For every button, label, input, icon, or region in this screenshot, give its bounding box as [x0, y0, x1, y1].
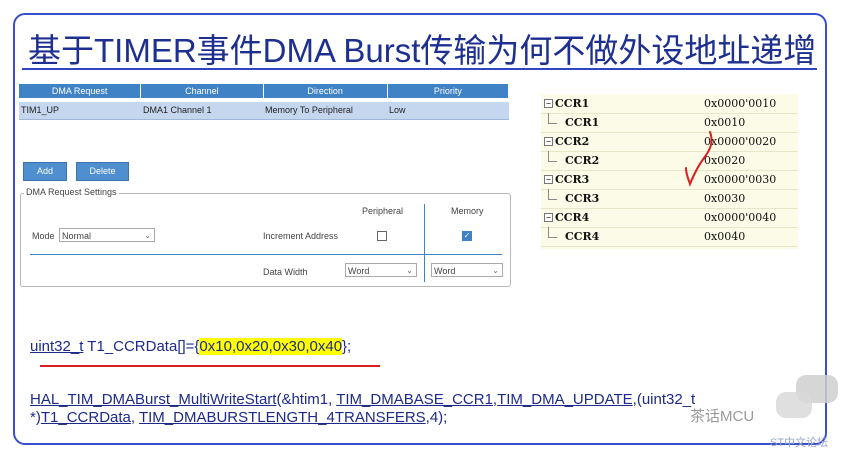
chat-bubble-icon	[776, 392, 812, 418]
chevron-down-icon: ⌄	[144, 231, 151, 240]
handwritten-annotation-mark	[685, 131, 713, 187]
cell-direction: Memory To Peripheral	[265, 105, 353, 115]
register-row[interactable]: − CCR4 0x0000'0040	[541, 208, 798, 228]
collapse-icon[interactable]: −	[544, 175, 553, 184]
column-divider	[424, 204, 425, 282]
settings-divider	[30, 254, 502, 255]
header-direction[interactable]: Direction	[263, 84, 388, 98]
register-row[interactable]: − CCR2 0x0000'0020	[541, 132, 798, 152]
cell-channel: DMA1 Channel 1	[143, 105, 212, 115]
register-field-row[interactable]: CCR4 0x0040	[541, 227, 798, 247]
memory-increment-checkbox[interactable]: ✓	[462, 231, 472, 241]
mode-select-value: Normal	[62, 231, 92, 241]
table-row[interactable]: TIM1_UP DMA1 Channel 1 Memory To Periphe…	[19, 102, 509, 120]
memory-column-label: Memory	[451, 206, 484, 216]
red-underline	[40, 365, 380, 367]
memory-data-width-select[interactable]: Word ⌄	[431, 263, 503, 277]
tree-connector	[548, 113, 557, 124]
chevron-down-icon: ⌄	[406, 266, 413, 275]
watermark-source: ST中文论坛	[770, 437, 829, 449]
code-line-array: uint32_t T1_CCRData[]={0x10,0x20,0x30,0x…	[30, 338, 352, 355]
mode-select[interactable]: Normal ⌄	[59, 228, 155, 242]
tree-connector	[548, 151, 557, 162]
watermark-text: 茶话MCU	[690, 408, 755, 425]
cell-dma-request: TIM1_UP	[21, 105, 60, 115]
register-field-row[interactable]: CCR1 0x0010	[541, 113, 798, 133]
memory-data-width-value: Word	[434, 266, 456, 276]
collapse-icon[interactable]: −	[544, 137, 553, 146]
highlighted-values: 0x10,0x20,0x30,0x40	[199, 338, 343, 355]
peripheral-increment-checkbox[interactable]	[377, 231, 387, 241]
register-field-row[interactable]: CCR2 0x0020	[541, 151, 798, 171]
tree-connector	[548, 227, 557, 238]
register-field-row[interactable]: CCR3 0x0030	[541, 189, 798, 209]
delete-button[interactable]: Delete	[76, 162, 129, 181]
cell-priority: Low	[389, 105, 406, 115]
peripheral-column-label: Peripheral	[362, 206, 404, 216]
data-width-label: Data Width	[263, 267, 308, 277]
mode-label: Mode	[32, 231, 55, 241]
code-line-call: HAL_TIM_DMABurst_MultiWriteStart(&htim1,…	[30, 391, 696, 426]
peripheral-data-width-value: Word	[348, 266, 370, 276]
tree-connector	[548, 189, 557, 200]
header-dma-request[interactable]: DMA Request	[19, 84, 142, 98]
title-divider	[22, 68, 817, 70]
slide-title: 基于TIMER事件DMA Burst传输为何不做外设地址递增	[28, 32, 817, 69]
collapse-icon[interactable]: −	[544, 213, 553, 222]
header-priority[interactable]: Priority	[387, 84, 509, 98]
collapse-icon[interactable]: −	[544, 99, 553, 108]
register-tree-panel: − CCR1 0x0000'0010 CCR1 0x0010 − CCR2 0x…	[541, 94, 798, 249]
register-row[interactable]: − CCR1 0x0000'0010	[541, 94, 798, 114]
increment-address-label: Increment Address	[263, 231, 339, 241]
register-row[interactable]: − CCR3 0x0000'0030	[541, 170, 798, 190]
peripheral-data-width-select[interactable]: Word ⌄	[345, 263, 417, 277]
chevron-down-icon: ⌄	[492, 266, 499, 275]
header-channel[interactable]: Channel	[141, 84, 264, 98]
add-button[interactable]: Add	[23, 162, 67, 181]
settings-legend: DMA Request Settings	[24, 187, 119, 197]
dma-table-header: DMA Request Channel Direction Priority	[19, 84, 509, 98]
